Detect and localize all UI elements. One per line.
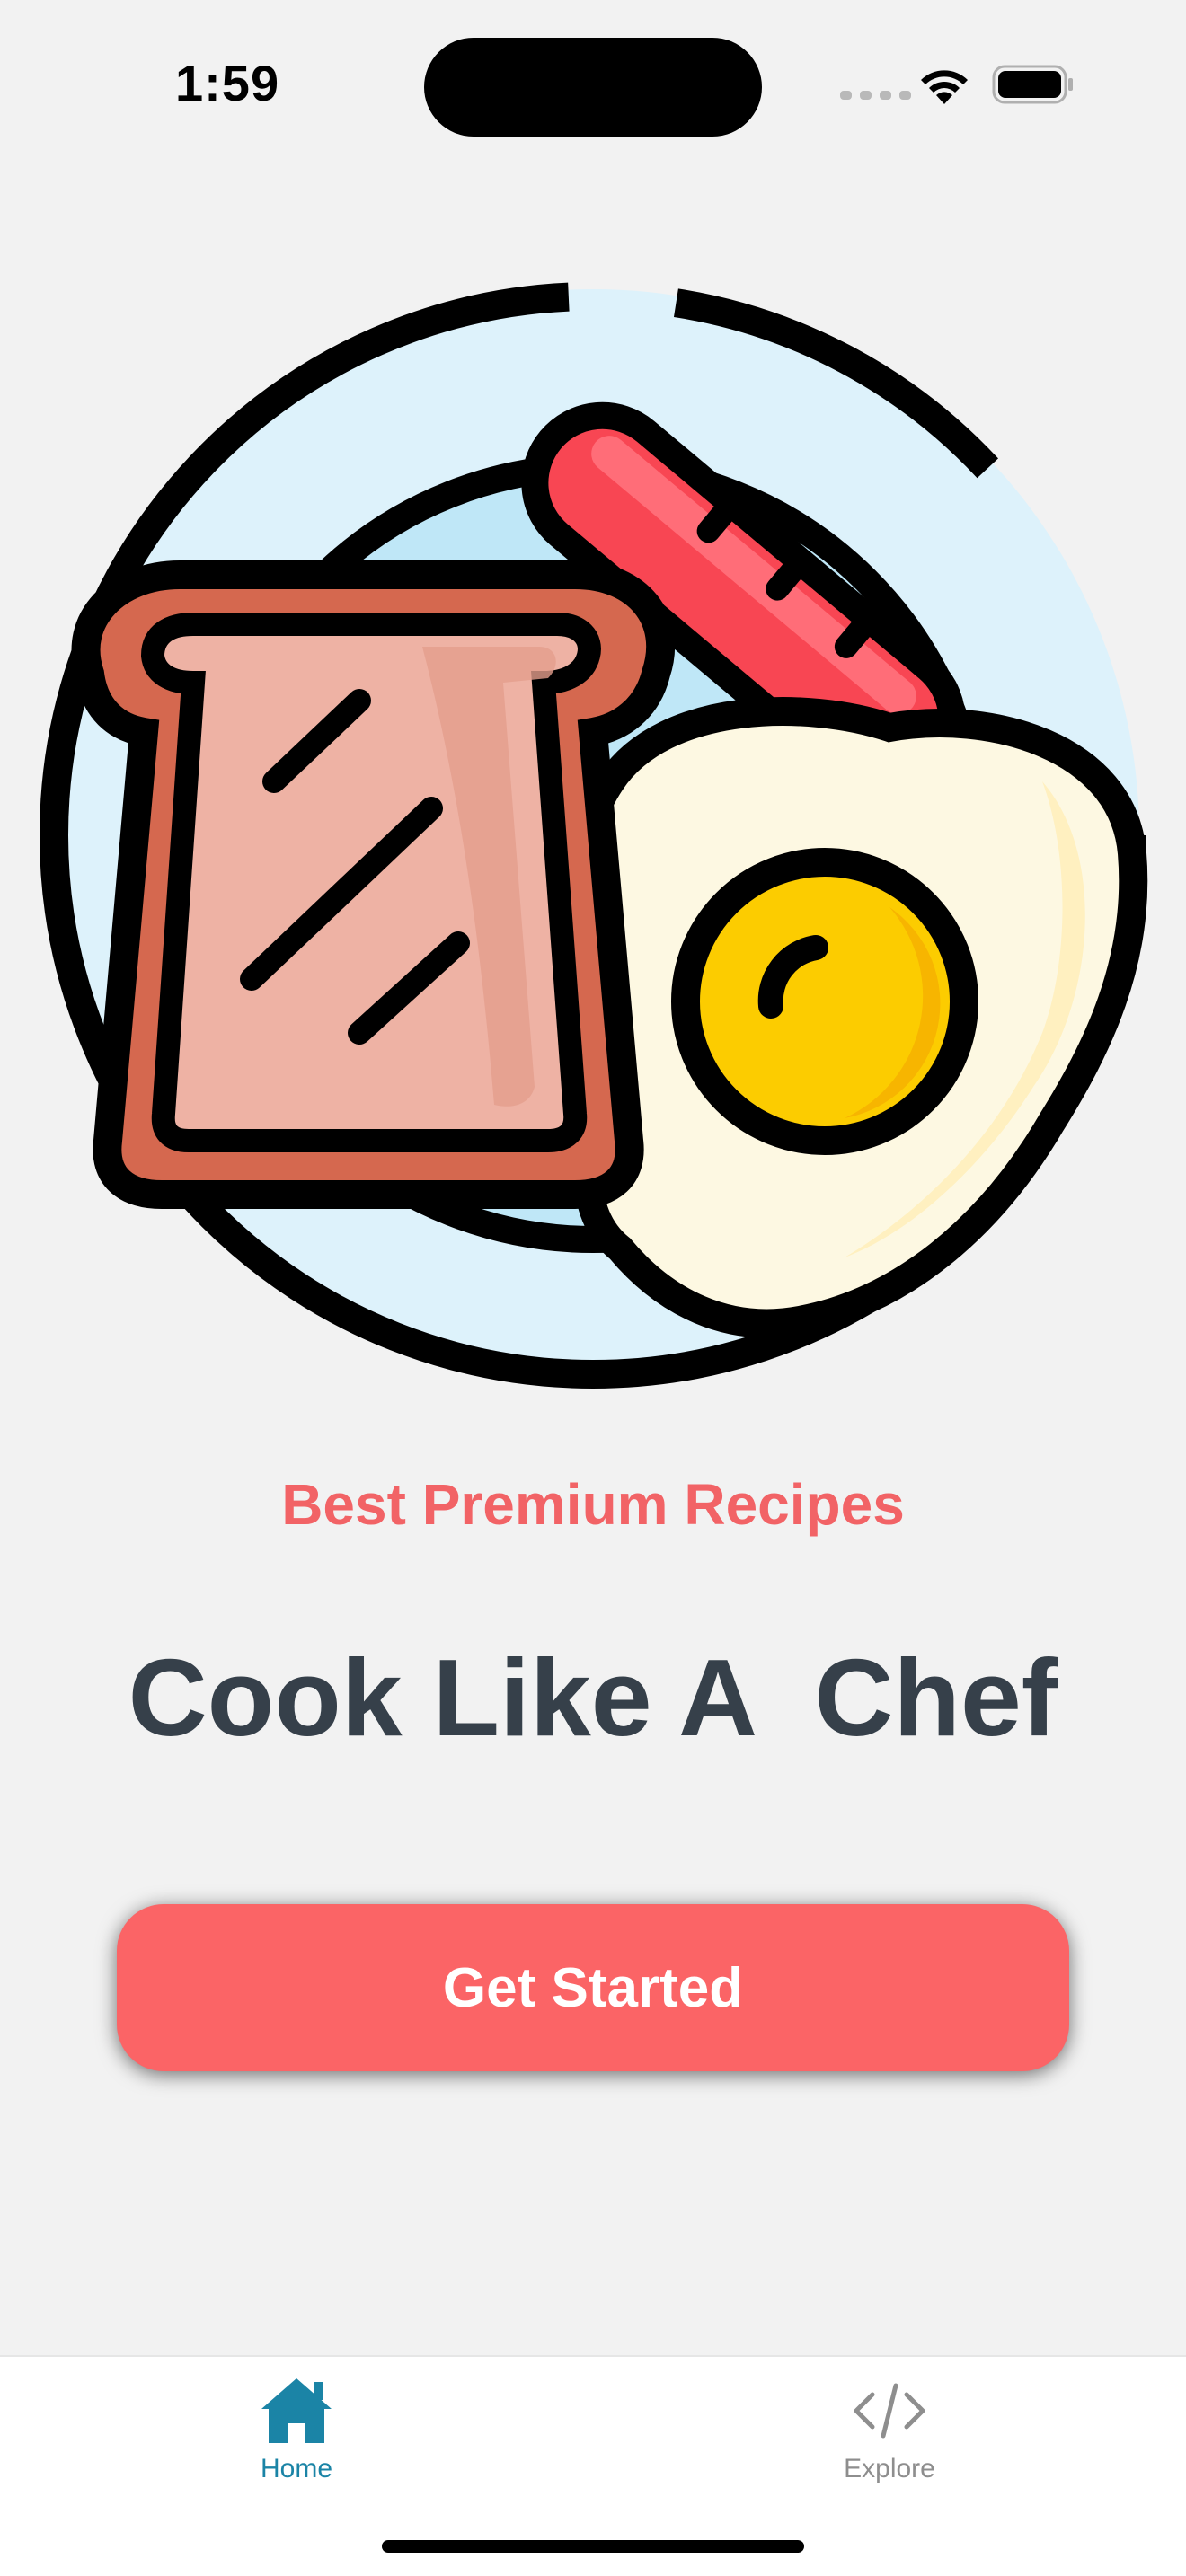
home-icon — [261, 2378, 332, 2443]
home-indicator[interactable] — [382, 2540, 804, 2553]
onboarding-screen: 1:59 Best Premium Recipes Cook Like A Ch… — [0, 0, 1186, 2576]
wifi-icon — [921, 70, 968, 104]
status-bar: 1:59 — [0, 0, 1186, 171]
subtitle: Best Premium Recipes — [281, 1472, 905, 1537]
tab-home-label: Home — [260, 2454, 333, 2483]
page-title: Cook Like A Chef — [128, 1636, 1058, 1759]
tab-explore-label: Explore — [844, 2454, 935, 2483]
breakfast-plate-illustration — [40, 282, 1148, 1389]
status-time: 1:59 — [175, 55, 280, 111]
signal-icon — [840, 91, 911, 100]
dynamic-island — [424, 38, 762, 137]
tab-home[interactable]: Home — [162, 2375, 431, 2501]
tab-explore[interactable]: Explore — [755, 2375, 1024, 2501]
get-started-button[interactable]: Get Started — [117, 1904, 1069, 2071]
code-icon — [854, 2383, 925, 2439]
battery-icon — [992, 65, 1073, 104]
